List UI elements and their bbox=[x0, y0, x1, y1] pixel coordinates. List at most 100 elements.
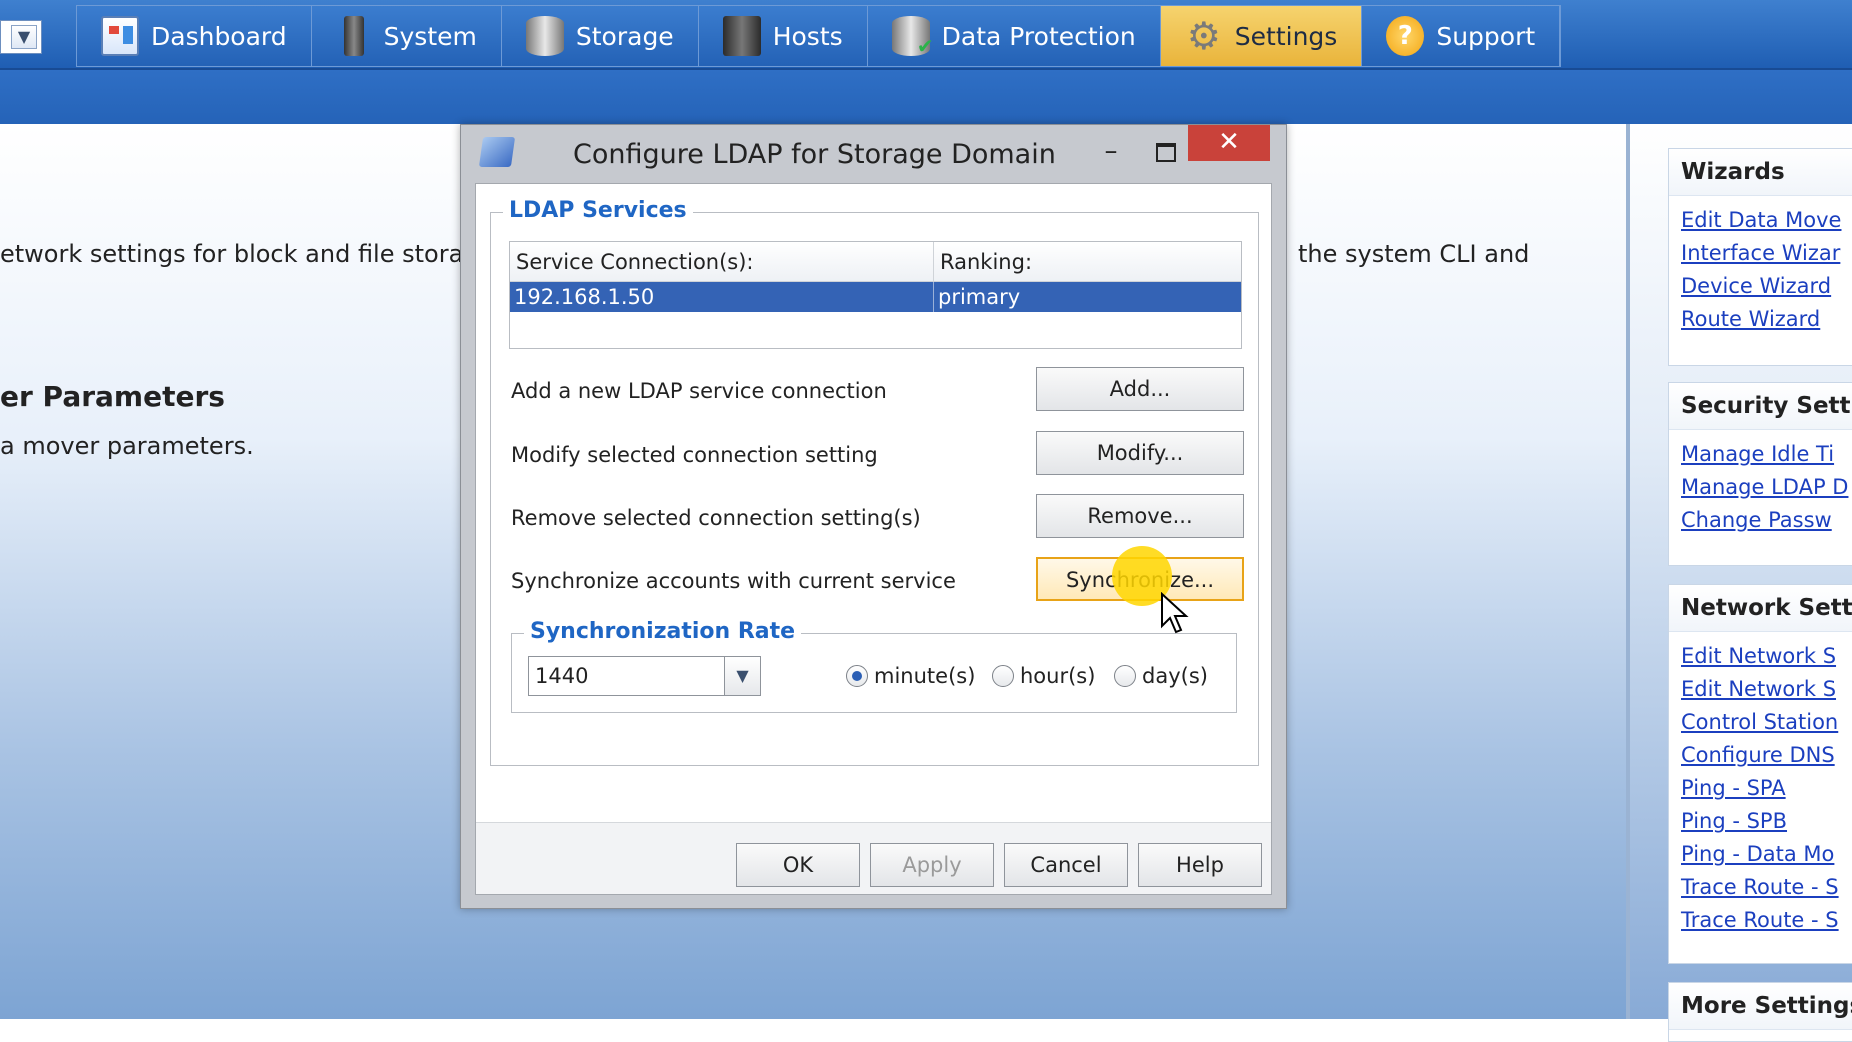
network-settings-title: Network Setting bbox=[1669, 585, 1852, 632]
column-header-ranking[interactable]: Ranking: bbox=[934, 242, 1241, 282]
data-protection-icon bbox=[891, 16, 934, 58]
modify-button[interactable]: Modify... bbox=[1036, 431, 1244, 475]
chevron-down-icon[interactable]: ▼ bbox=[724, 657, 760, 695]
chevron-down-icon[interactable]: ▼ bbox=[11, 25, 37, 49]
radio-selected-icon bbox=[846, 665, 868, 687]
wizards-box: Wizards Edit Data Move Interface Wizar D… bbox=[1668, 148, 1852, 366]
synchronization-rate-group: Synchronization Rate 1440 ▼ minute(s) ho… bbox=[511, 619, 1237, 713]
network-settings-description: etwork settings for block and file stora bbox=[0, 240, 464, 268]
cell-connection: 192.168.1.50 bbox=[510, 282, 934, 312]
dashboard-icon bbox=[101, 16, 139, 56]
column-header-connection[interactable]: Service Connection(s): bbox=[510, 242, 934, 282]
link-ping-data-mover[interactable]: Ping - Data Mo bbox=[1669, 838, 1852, 871]
remove-button[interactable]: Remove... bbox=[1036, 494, 1244, 538]
cli-description: the system CLI and bbox=[1298, 240, 1530, 268]
help-button[interactable]: Help bbox=[1138, 843, 1262, 887]
synchronization-rate-legend: Synchronization Rate bbox=[524, 619, 802, 644]
minimize-button[interactable]: – bbox=[1091, 133, 1131, 169]
radio-label: hour(s) bbox=[1020, 664, 1096, 688]
add-connection-label: Add a new LDAP service connection bbox=[511, 379, 887, 403]
security-settings-box: Security Setting Manage Idle Ti Manage L… bbox=[1668, 382, 1852, 566]
help-icon: ? bbox=[1386, 16, 1425, 56]
dialog-body: LDAP Services Service Connection(s): Ran… bbox=[475, 183, 1272, 895]
app-icon bbox=[478, 137, 516, 167]
tab-data-protection[interactable]: Data Protection bbox=[867, 6, 1161, 66]
cancel-button[interactable]: Cancel bbox=[1004, 843, 1128, 887]
security-settings-title: Security Setting bbox=[1669, 383, 1852, 430]
close-button[interactable]: ✕ bbox=[1188, 125, 1270, 161]
network-settings-box: Network Setting Edit Network S Edit Netw… bbox=[1668, 584, 1852, 964]
link-ping-spb[interactable]: Ping - SPB bbox=[1669, 805, 1852, 838]
tab-settings[interactable]: ⚙ Settings bbox=[1160, 6, 1363, 66]
tab-label: Settings bbox=[1234, 21, 1338, 51]
link-change-password[interactable]: Change Passw bbox=[1669, 504, 1852, 537]
storage-icon bbox=[525, 16, 564, 56]
more-settings-title: More Settings bbox=[1669, 983, 1852, 1030]
tab-label: System bbox=[383, 21, 477, 51]
dialog-titlebar[interactable]: Configure LDAP for Storage Domain – ✕ bbox=[461, 125, 1286, 181]
link-configure-dns[interactable]: Configure DNS bbox=[1669, 739, 1852, 772]
more-settings-box: More Settings bbox=[1668, 982, 1852, 1042]
link-interface-wizard[interactable]: Interface Wizar bbox=[1669, 237, 1852, 270]
modify-connection-label: Modify selected connection setting bbox=[511, 443, 878, 467]
link-route-wizard[interactable]: Route Wizard bbox=[1669, 303, 1852, 336]
synchronize-accounts-label: Synchronize accounts with current servic… bbox=[511, 569, 956, 593]
top-navigation-bar: ▼ Dashboard System Storage Hosts Data Pr… bbox=[0, 0, 1852, 70]
link-edit-data-mover[interactable]: Edit Data Move bbox=[1669, 204, 1852, 237]
ldap-services-legend: LDAP Services bbox=[503, 198, 693, 223]
add-button[interactable]: Add... bbox=[1036, 367, 1244, 411]
sync-rate-value: 1440 bbox=[535, 664, 589, 688]
hosts-icon bbox=[722, 16, 761, 56]
link-manage-idle-timeout[interactable]: Manage Idle Ti bbox=[1669, 438, 1852, 471]
close-icon: ✕ bbox=[1218, 127, 1240, 157]
tab-label: Data Protection bbox=[941, 21, 1136, 51]
mouse-pointer-icon bbox=[1161, 592, 1189, 634]
link-device-wizard[interactable]: Device Wizard bbox=[1669, 270, 1852, 303]
right-task-panel: Wizards Edit Data Move Interface Wizar D… bbox=[1630, 124, 1852, 1042]
configure-ldap-dialog: Configure LDAP for Storage Domain – ✕ LD… bbox=[460, 124, 1287, 909]
link-ping-spa[interactable]: Ping - SPA bbox=[1669, 772, 1852, 805]
tab-system[interactable]: System bbox=[311, 6, 502, 66]
table-row[interactable]: 192.168.1.50 primary bbox=[510, 282, 1241, 312]
radio-days[interactable]: day(s) bbox=[1114, 664, 1208, 688]
link-trace-route-1[interactable]: Trace Route - S bbox=[1669, 871, 1852, 904]
tab-label: Hosts bbox=[772, 21, 843, 51]
radio-empty-icon bbox=[1114, 665, 1136, 687]
synchronize-button[interactable]: Synchronize... bbox=[1036, 557, 1244, 601]
link-control-station[interactable]: Control Station bbox=[1669, 706, 1852, 739]
gear-icon: ⚙ bbox=[1186, 14, 1221, 58]
server-icon bbox=[343, 16, 364, 56]
service-connections-table: Service Connection(s): Ranking: 192.168.… bbox=[509, 241, 1242, 349]
tab-storage[interactable]: Storage bbox=[501, 6, 699, 66]
sync-rate-combobox[interactable]: 1440 ▼ bbox=[528, 656, 761, 696]
link-edit-network-settings-2[interactable]: Edit Network S bbox=[1669, 673, 1852, 706]
radio-hours[interactable]: hour(s) bbox=[992, 664, 1095, 688]
tab-hosts[interactable]: Hosts bbox=[698, 6, 868, 66]
maximize-button[interactable] bbox=[1144, 133, 1184, 169]
sub-toolbar bbox=[0, 70, 1852, 124]
tab-label: Storage bbox=[575, 21, 674, 51]
link-edit-network-settings-1[interactable]: Edit Network S bbox=[1669, 640, 1852, 673]
link-trace-route-2[interactable]: Trace Route - S bbox=[1669, 904, 1852, 937]
tab-label: Dashboard bbox=[151, 21, 287, 51]
mover-parameters-heading: er Parameters bbox=[0, 380, 225, 413]
app-window: ▼ Dashboard System Storage Hosts Data Pr… bbox=[0, 0, 1852, 1042]
wizards-title: Wizards bbox=[1669, 149, 1852, 196]
tab-dashboard[interactable]: Dashboard bbox=[77, 6, 312, 66]
link-manage-ldap-domain[interactable]: Manage LDAP D bbox=[1669, 471, 1852, 504]
mover-parameters-description: a mover parameters. bbox=[0, 432, 254, 460]
system-selector-dropdown[interactable]: ▼ bbox=[0, 20, 42, 54]
dialog-footer: OK Apply Cancel Help bbox=[476, 822, 1271, 894]
tab-support[interactable]: ? Support bbox=[1362, 6, 1561, 66]
radio-empty-icon bbox=[992, 665, 1014, 687]
radio-label: minute(s) bbox=[874, 664, 976, 688]
radio-label: day(s) bbox=[1142, 664, 1208, 688]
remove-connection-label: Remove selected connection setting(s) bbox=[511, 506, 921, 530]
ok-button[interactable]: OK bbox=[736, 843, 860, 887]
apply-button[interactable]: Apply bbox=[870, 843, 994, 887]
ldap-services-group: LDAP Services Service Connection(s): Ran… bbox=[490, 198, 1259, 766]
dialog-title: Configure LDAP for Storage Domain bbox=[573, 139, 1056, 170]
cell-ranking: primary bbox=[938, 285, 1021, 309]
radio-minutes[interactable]: minute(s) bbox=[846, 664, 975, 688]
main-nav-tabs: Dashboard System Storage Hosts Data Prot… bbox=[76, 5, 1562, 67]
